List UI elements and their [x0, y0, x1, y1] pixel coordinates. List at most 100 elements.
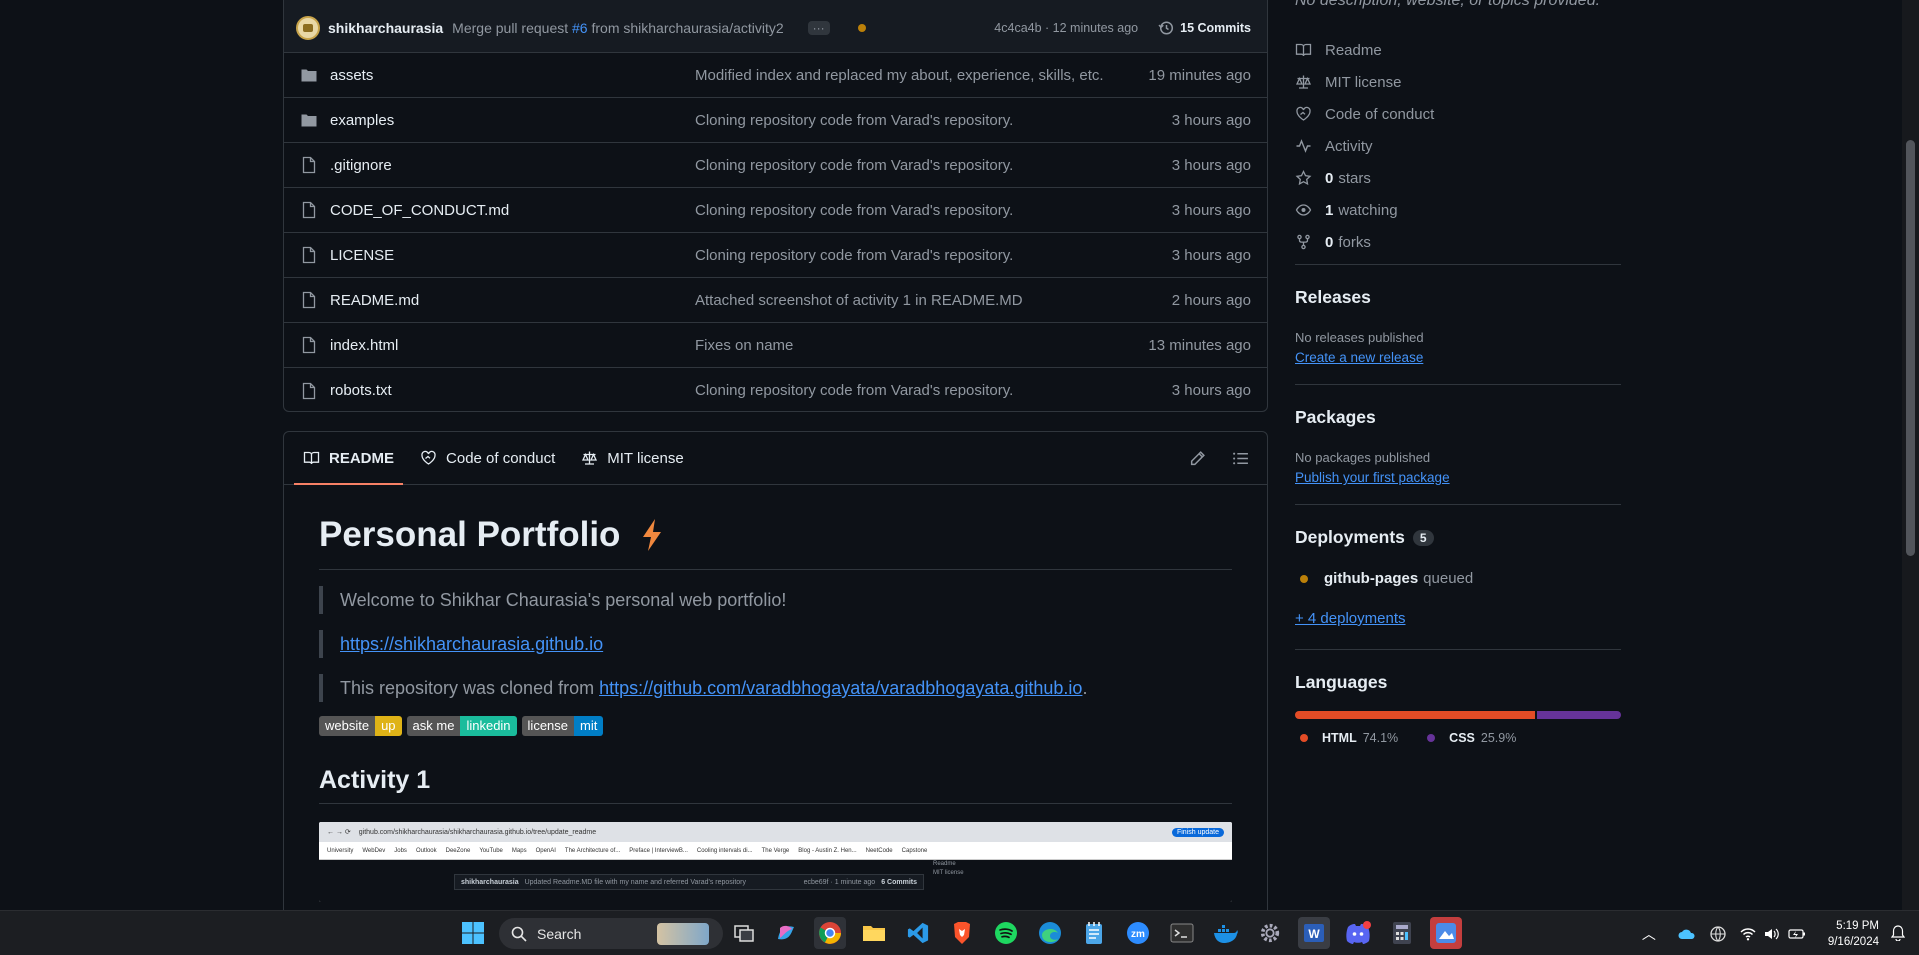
file-name[interactable]: .gitignore	[330, 157, 695, 174]
status-dot-icon[interactable]	[857, 23, 866, 32]
file-commit-message[interactable]: Cloning repository code from Varad's rep…	[695, 112, 1172, 129]
file-name[interactable]: CODE_OF_CONDUCT.md	[330, 202, 695, 219]
file-commit-time: 3 hours ago	[1171, 156, 1251, 174]
file-commit-message[interactable]: Fixes on name	[695, 337, 1148, 354]
heart-icon	[1296, 106, 1311, 121]
file-row[interactable]: CODE_OF_CONDUCT.md Cloning repository cod…	[284, 188, 1267, 233]
license-badge[interactable]: license mit	[521, 716, 604, 736]
paint-app-icon[interactable]	[1430, 917, 1462, 949]
create-release-link[interactable]: Create a new release	[1295, 350, 1423, 365]
screenshot-finish-button: Finish update	[1171, 827, 1224, 837]
file-row[interactable]: README.md Attached screenshot of activity…	[284, 278, 1267, 323]
about-link-code-of-conduct[interactable]: Code of conduct	[1295, 98, 1434, 130]
about-link-forks[interactable]: 0 forks	[1295, 226, 1434, 258]
file-commit-message[interactable]: Attached screenshot of activity 1 in REA…	[695, 292, 1172, 309]
task-view-icon[interactable]	[728, 917, 760, 949]
screenshot-bookmark: Capstone	[901, 847, 928, 854]
language-percent: 74.1%	[1362, 731, 1399, 745]
tab-code-of-conduct[interactable]: Code of conduct	[411, 432, 564, 485]
commit-author[interactable]: shikharchaurasia	[328, 20, 443, 36]
file-commit-message[interactable]: Cloning repository code from Varad's rep…	[695, 157, 1172, 174]
battery-charging-icon[interactable]	[1788, 928, 1806, 940]
file-commit-message[interactable]: Cloning repository code from Varad's rep…	[695, 202, 1172, 219]
language-css[interactable]: CSS 25.9%	[1422, 731, 1516, 745]
language-html[interactable]: HTML 74.1%	[1295, 731, 1398, 745]
file-name[interactable]: examples	[330, 112, 695, 129]
volume-icon[interactable]	[1764, 927, 1780, 941]
publish-package-link[interactable]: Publish your first package	[1295, 470, 1450, 485]
cloned-link[interactable]: https://github.com/varadbhogayata/varadb…	[599, 678, 1082, 698]
outline-list-icon[interactable]	[1232, 450, 1249, 467]
file-commit-message[interactable]: Modified index and replaced my about, ex…	[695, 67, 1148, 84]
about-link-stars[interactable]: 0 stars	[1295, 162, 1434, 194]
vscode-icon[interactable]	[902, 917, 934, 949]
file-row[interactable]: .gitignore Cloning repository code from V…	[284, 143, 1267, 188]
edit-pencil-icon[interactable]	[1189, 450, 1206, 467]
about-link-activity[interactable]: Activity	[1295, 130, 1434, 162]
file-row[interactable]: index.html Fixes on name 13 minutes ago	[284, 323, 1267, 368]
copilot-icon[interactable]	[770, 917, 802, 949]
calculator-icon[interactable]	[1386, 917, 1418, 949]
readme-body: Personal Portfolio Welcome to Shikhar Ch…	[284, 515, 1267, 902]
file-name[interactable]: LICENSE	[330, 247, 695, 264]
file-row[interactable]: LICENSE Cloning repository code from Vara…	[284, 233, 1267, 278]
file-explorer-icon[interactable]	[858, 917, 890, 949]
more-deployments-link[interactable]: + 4 deployments	[1295, 610, 1406, 627]
language-list: HTML 74.1% CSS 25.9%	[1295, 731, 1516, 745]
readme-title-text: Personal Portfolio	[319, 515, 621, 554]
notepad-icon[interactable]	[1078, 917, 1110, 949]
word-icon[interactable]: W	[1298, 917, 1330, 949]
docker-icon[interactable]	[1210, 917, 1242, 949]
file-name[interactable]: assets	[330, 67, 695, 84]
website-badge[interactable]: website up	[319, 716, 402, 736]
chrome-icon[interactable]	[814, 917, 846, 949]
site-link[interactable]: https://shikharchaurasia.github.io	[340, 634, 603, 654]
file-name[interactable]: index.html	[330, 337, 695, 354]
discord-icon[interactable]	[1342, 917, 1374, 949]
about-link-mit-license[interactable]: MIT license	[1295, 66, 1434, 98]
deployment-github-pages[interactable]: github-pages queued	[1295, 570, 1473, 587]
languages-heading: Languages	[1295, 672, 1388, 692]
deployments-heading[interactable]: Deployments 5	[1295, 527, 1434, 548]
file-row[interactable]: assets Modified index and replaced my abo…	[284, 53, 1267, 98]
avatar[interactable]	[296, 15, 320, 40]
file-row[interactable]: robots.txt Cloning repository code from V…	[284, 368, 1267, 411]
file-commit-message[interactable]: Cloning repository code from Varad's rep…	[695, 247, 1172, 264]
file-row[interactable]: examples Cloning repository code from Var…	[284, 98, 1267, 143]
scroll-thumb[interactable]	[1906, 140, 1915, 556]
about-link-watching[interactable]: 1 watching	[1295, 194, 1434, 226]
commit-message[interactable]: Merge pull request #6 from shikharchaura…	[452, 20, 784, 36]
language-bar-html	[1295, 711, 1536, 719]
packages-heading[interactable]: Packages	[1295, 407, 1376, 428]
globe-icon[interactable]	[1710, 925, 1726, 942]
releases-heading[interactable]: Releases	[1295, 287, 1371, 308]
brave-icon[interactable]	[946, 917, 978, 949]
html-dot-icon	[1300, 734, 1308, 742]
wifi-icon[interactable]	[1740, 927, 1756, 941]
clock[interactable]: 5:19 PM 9/16/2024	[1828, 918, 1879, 950]
settings-gear-icon[interactable]	[1254, 917, 1286, 949]
screenshot-side-item: Readme	[933, 861, 956, 867]
linkedin-badge[interactable]: ask me linkedin	[406, 716, 517, 736]
commits-link[interactable]: 15 Commits	[1158, 20, 1251, 36]
file-name[interactable]: robots.txt	[330, 382, 695, 399]
commit-hash-time[interactable]: 4c4ca4b · 12 minutes ago	[994, 21, 1138, 35]
show-hidden-icons-chevron-icon[interactable]: ︿	[1642, 924, 1656, 944]
windows-start-icon[interactable]	[457, 917, 489, 949]
file-commit-message[interactable]: Cloning repository code from Varad's rep…	[695, 382, 1172, 399]
tab-readme[interactable]: README	[294, 432, 404, 485]
tab-mit-license[interactable]: MIT license	[572, 432, 692, 485]
language-percent: 25.9%	[1480, 731, 1517, 745]
terminal-icon[interactable]	[1166, 917, 1198, 949]
spotify-icon[interactable]	[990, 917, 1022, 949]
zoom-icon[interactable]: zm	[1122, 917, 1154, 949]
commit-pr-link[interactable]: #6	[572, 20, 588, 36]
notification-bell-icon[interactable]	[1891, 925, 1905, 941]
onedrive-cloud-icon[interactable]	[1678, 928, 1696, 940]
taskbar-search[interactable]: Search	[499, 918, 723, 949]
edge-icon[interactable]	[1034, 917, 1066, 949]
file-name[interactable]: README.md	[330, 292, 695, 309]
page-scrollbar[interactable]	[1902, 0, 1919, 910]
about-link-readme[interactable]: Readme	[1295, 34, 1434, 66]
expand-commit-button[interactable]: ···	[807, 20, 830, 35]
